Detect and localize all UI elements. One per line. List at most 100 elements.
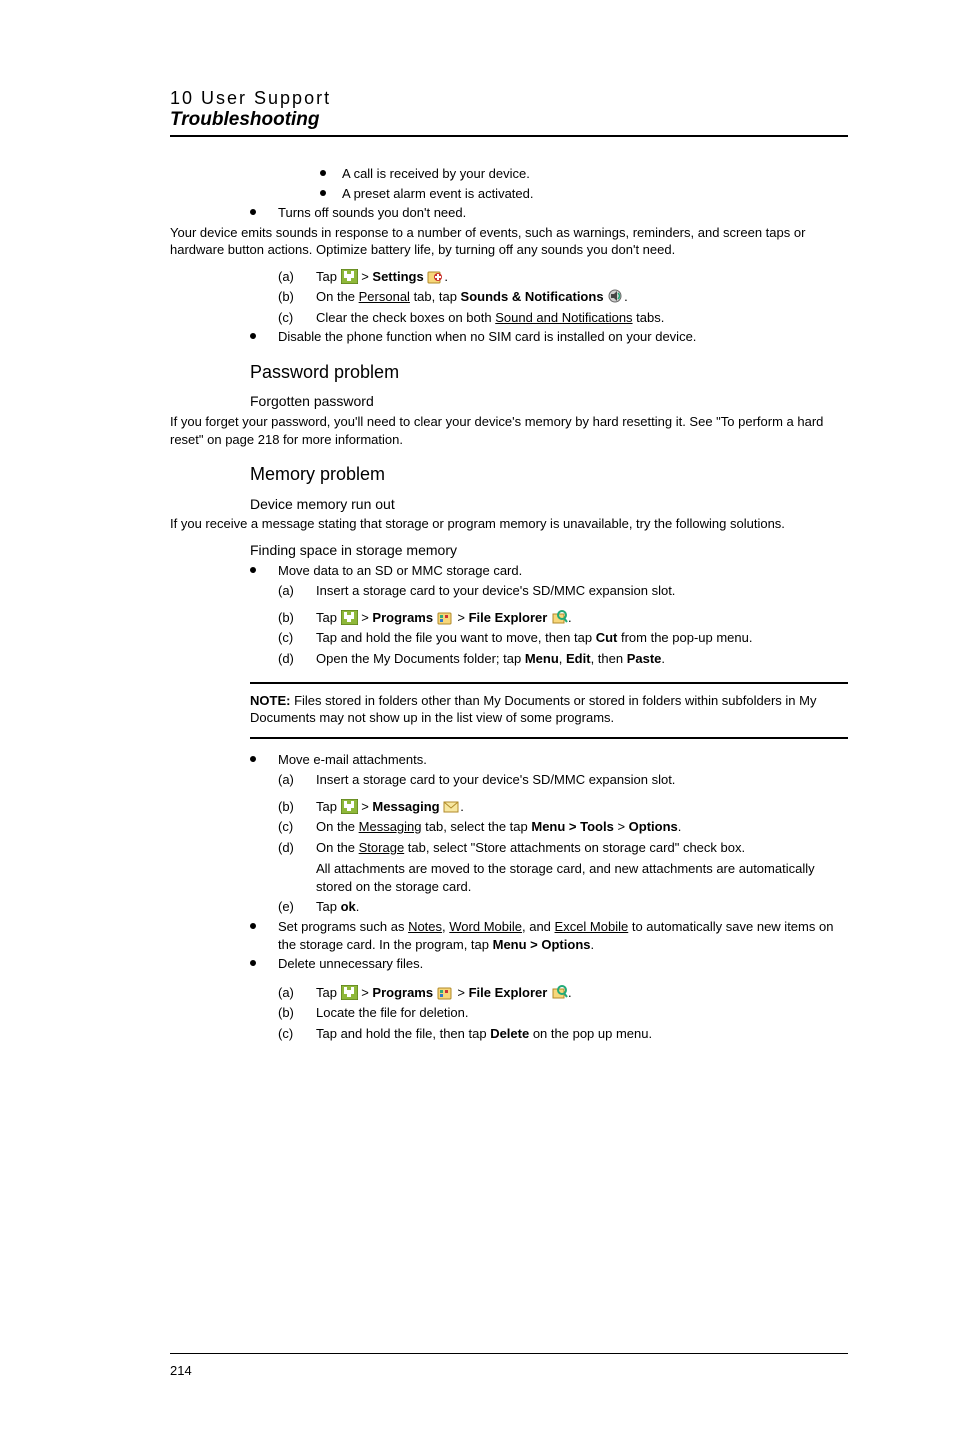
content: A call is received by your device. A pre… bbox=[170, 165, 848, 1042]
start-icon bbox=[341, 985, 358, 1000]
step-text: Tap > Messaging . bbox=[316, 798, 464, 816]
bold-text: Messaging bbox=[372, 799, 439, 814]
step-label: (c) bbox=[278, 1025, 316, 1043]
bold-text: File Explorer bbox=[469, 985, 548, 1000]
step-label: (c) bbox=[278, 309, 316, 327]
bold-text: ok bbox=[341, 899, 356, 914]
step-label: (b) bbox=[278, 609, 316, 627]
text: Tap and hold the file you want to move, … bbox=[316, 630, 596, 645]
step-label: (c) bbox=[278, 629, 316, 647]
text: . bbox=[356, 899, 360, 914]
bold-text: Paste bbox=[627, 651, 662, 666]
list-item: Delete unnecessary files. bbox=[250, 955, 848, 973]
step-label: (a) bbox=[278, 268, 316, 286]
text: On the bbox=[316, 840, 359, 855]
bold-text: Programs bbox=[372, 985, 433, 1000]
step-text: Tap ok. bbox=[316, 898, 359, 916]
list-text: Move e-mail attachments. bbox=[278, 751, 427, 769]
step-row: (e) Tap ok. bbox=[278, 898, 848, 916]
text: Tap bbox=[316, 610, 341, 625]
paragraph: If you forget your password, you'll need… bbox=[170, 413, 848, 448]
bold-text: Options bbox=[629, 819, 678, 834]
text: Tap and hold the file, then tap bbox=[316, 1026, 490, 1041]
list-text: A preset alarm event is activated. bbox=[342, 185, 533, 203]
text: . bbox=[591, 937, 595, 952]
start-icon bbox=[341, 799, 358, 814]
bold-text: Settings bbox=[372, 269, 423, 284]
heading-memory: Memory problem bbox=[250, 462, 848, 486]
paragraph: Your device emits sounds in response to … bbox=[170, 224, 848, 259]
text: tab, select "Store attachments on storag… bbox=[404, 840, 745, 855]
step-row: (c) On the Messaging tab, select the tap… bbox=[278, 818, 848, 836]
step-label: (c) bbox=[278, 818, 316, 836]
bold-text: Cut bbox=[596, 630, 618, 645]
step-label: (b) bbox=[278, 798, 316, 816]
header-rule bbox=[170, 135, 848, 137]
underline-text: Sound and Notifications bbox=[495, 310, 632, 325]
note-box: NOTE: Files stored in folders other than… bbox=[250, 682, 848, 739]
step-text: On the Storage tab, select "Store attach… bbox=[316, 839, 745, 857]
page-header: 10 User Support Troubleshooting bbox=[170, 88, 848, 137]
step-row: (c) Tap and hold the file, then tap Dele… bbox=[278, 1025, 848, 1043]
bold-text: Menu > Options bbox=[493, 937, 591, 952]
text: > bbox=[454, 610, 469, 625]
step-label: (b) bbox=[278, 288, 316, 306]
file-explorer-icon bbox=[551, 985, 568, 1000]
text: Tap bbox=[316, 799, 341, 814]
step-label: (a) bbox=[278, 771, 316, 789]
text: on the pop up menu. bbox=[529, 1026, 652, 1041]
note-body: Files stored in folders other than My Do… bbox=[250, 693, 816, 726]
underline-text: Word Mobile bbox=[449, 919, 522, 934]
text: Tap bbox=[316, 269, 341, 284]
text: from the pop-up menu. bbox=[617, 630, 752, 645]
step-text: Locate the file for deletion. bbox=[316, 1004, 469, 1022]
text: , bbox=[559, 651, 566, 666]
step-text: Open the My Documents folder; tap Menu, … bbox=[316, 650, 665, 668]
step-label: (b) bbox=[278, 1004, 316, 1022]
text: . bbox=[624, 289, 628, 304]
list-item: A call is received by your device. bbox=[320, 165, 848, 183]
step-row: (b) Tap > Messaging . bbox=[278, 798, 848, 816]
page-number: 214 bbox=[170, 1363, 192, 1378]
text: Clear the check boxes on both bbox=[316, 310, 495, 325]
bold-text: Edit bbox=[566, 651, 591, 666]
start-icon bbox=[341, 269, 358, 284]
list-item: Move data to an SD or MMC storage card. bbox=[250, 562, 848, 580]
step-row: (a) Insert a storage card to your device… bbox=[278, 582, 848, 600]
text: > bbox=[358, 985, 373, 1000]
underline-text: Excel Mobile bbox=[555, 919, 629, 934]
list-text: Delete unnecessary files. bbox=[278, 955, 423, 973]
underline-text: Messaging bbox=[359, 819, 422, 834]
text: tabs. bbox=[633, 310, 665, 325]
list-item: Turns off sounds you don't need. bbox=[250, 204, 848, 222]
list-text: Set programs such as Notes, Word Mobile,… bbox=[278, 918, 848, 953]
paragraph: If you receive a message stating that st… bbox=[170, 515, 848, 533]
subheading-forgotten: Forgotten password bbox=[250, 392, 848, 411]
list-text: Turns off sounds you don't need. bbox=[278, 204, 466, 222]
speaker-icon bbox=[607, 289, 624, 304]
step-text: Tap and hold the file, then tap Delete o… bbox=[316, 1025, 652, 1043]
bullet-icon bbox=[250, 923, 256, 929]
step-row: (b) Tap > Programs > File Explorer . bbox=[278, 609, 848, 627]
text: . bbox=[460, 799, 464, 814]
text: Set programs such as bbox=[278, 919, 408, 934]
bullet-icon bbox=[320, 170, 326, 176]
file-explorer-icon bbox=[551, 610, 568, 625]
text: On the bbox=[316, 289, 359, 304]
underline-text: Storage bbox=[359, 840, 405, 855]
step-text: Tap > Programs > File Explorer . bbox=[316, 984, 572, 1002]
text: On the bbox=[316, 819, 359, 834]
bullet-icon bbox=[250, 756, 256, 762]
bold-text: Delete bbox=[490, 1026, 529, 1041]
text: > bbox=[358, 269, 373, 284]
step-row: (a) Tap > Programs > File Explorer . bbox=[278, 984, 848, 1002]
bold-text: File Explorer bbox=[469, 610, 548, 625]
text: Open the My Documents folder; tap bbox=[316, 651, 525, 666]
text: tab, tap bbox=[410, 289, 461, 304]
note-rule-bottom bbox=[250, 737, 848, 739]
list-item: Move e-mail attachments. bbox=[250, 751, 848, 769]
step-text: Clear the check boxes on both Sound and … bbox=[316, 309, 664, 327]
list-text: Move data to an SD or MMC storage card. bbox=[278, 562, 522, 580]
step-text: Tap and hold the file you want to move, … bbox=[316, 629, 753, 647]
text: , and bbox=[522, 919, 555, 934]
